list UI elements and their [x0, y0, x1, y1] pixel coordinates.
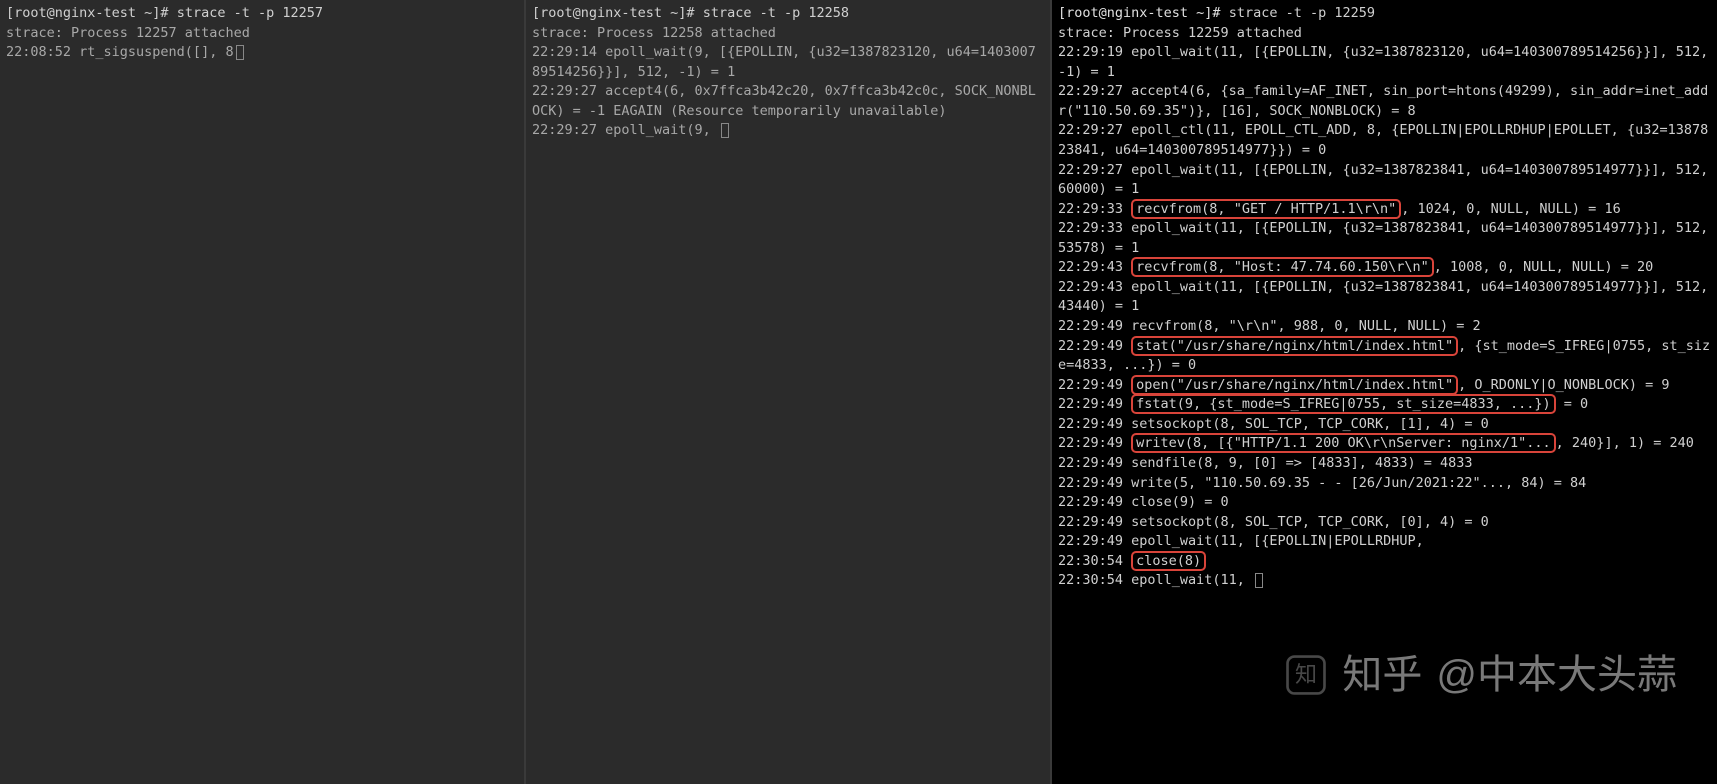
strace-output: 22:29:49 — [1058, 338, 1131, 354]
strace-output: , 1008, 0, NULL, NULL) = 20 — [1434, 259, 1653, 275]
shell-prompt: [root@nginx-test ~]# — [1058, 5, 1229, 21]
terminal-pane-3[interactable]: [root@nginx-test ~]# strace -t -p 12259 … — [1052, 0, 1717, 784]
terminal-line: 22:08:52 rt_sigsuspend([], 8 — [6, 43, 518, 63]
terminal-line: 22:29:27 epoll_wait(11, [{EPOLLIN, {u32=… — [1058, 161, 1711, 200]
terminal-line: 22:29:49 recvfrom(8, "\r\n", 988, 0, NUL… — [1058, 317, 1711, 337]
strace-output: = 0 — [1556, 396, 1589, 412]
highlight-fstat: fstat(9, {st_mode=S_IFREG|0755, st_size=… — [1131, 394, 1556, 414]
terminal-line: 22:29:27 accept4(6, {sa_family=AF_INET, … — [1058, 82, 1711, 121]
cursor-icon — [236, 45, 244, 60]
terminal-line: 22:30:54 close(8) — [1058, 552, 1711, 572]
terminal-line: 22:29:49 close(9) = 0 — [1058, 493, 1711, 513]
terminal-line: 22:29:27 accept4(6, 0x7ffca3b42c20, 0x7f… — [532, 82, 1044, 121]
highlight-open: open("/usr/share/nginx/html/index.html" — [1131, 375, 1458, 395]
shell-command: strace -t -p 12258 — [703, 5, 849, 21]
strace-output: 22:30:54 — [1058, 553, 1131, 569]
terminal-line: 22:29:49 write(5, "110.50.69.35 - - [26/… — [1058, 474, 1711, 494]
terminal-line: 22:29:14 epoll_wait(9, [{EPOLLIN, {u32=1… — [532, 43, 1044, 82]
terminal-line: 22:29:49 setsockopt(8, SOL_TCP, TCP_CORK… — [1058, 513, 1711, 533]
highlight-recvfrom: recvfrom(8, "Host: 47.74.60.150\r\n" — [1131, 257, 1434, 277]
strace-output: 22:08:52 rt_sigsuspend([], 8 — [6, 44, 234, 60]
terminal-line: 22:29:49 fstat(9, {st_mode=S_IFREG|0755,… — [1058, 395, 1711, 415]
strace-output: 22:29:49 — [1058, 377, 1131, 393]
terminal-line: 22:29:49 sendfile(8, 9, [0] => [4833], 4… — [1058, 454, 1711, 474]
terminal-line: strace: Process 12258 attached — [532, 24, 1044, 44]
terminal-line: 22:29:49 open("/usr/share/nginx/html/ind… — [1058, 376, 1711, 396]
terminal-line: [root@nginx-test ~]# strace -t -p 12257 — [6, 4, 518, 24]
cursor-icon — [1255, 573, 1263, 588]
highlight-recvfrom: recvfrom(8, "GET / HTTP/1.1\r\n" — [1131, 199, 1401, 219]
strace-output: , 240}], 1) = 240 — [1556, 435, 1694, 451]
strace-output: 22:29:49 — [1058, 396, 1131, 412]
strace-output: , O_RDONLY|O_NONBLOCK) = 9 — [1458, 377, 1669, 393]
highlight-stat: stat("/usr/share/nginx/html/index.html" — [1131, 336, 1458, 356]
highlight-close: close(8) — [1131, 551, 1206, 571]
terminal-pane-2[interactable]: [root@nginx-test ~]# strace -t -p 12258 … — [526, 0, 1052, 784]
terminal-line: [root@nginx-test ~]# strace -t -p 12259 — [1058, 4, 1711, 24]
terminal-pane-1[interactable]: [root@nginx-test ~]# strace -t -p 12257 … — [0, 0, 526, 784]
strace-output: 22:29:33 — [1058, 201, 1131, 217]
terminal-line: strace: Process 12257 attached — [6, 24, 518, 44]
shell-command: strace -t -p 12259 — [1229, 5, 1375, 21]
strace-output: 22:29:27 epoll_wait(9, — [532, 122, 719, 138]
terminal-line: 22:29:43 epoll_wait(11, [{EPOLLIN, {u32=… — [1058, 278, 1711, 317]
shell-prompt: [root@nginx-test ~]# — [532, 5, 703, 21]
strace-output: 22:30:54 epoll_wait(11, — [1058, 572, 1253, 588]
terminal-line: 22:29:19 epoll_wait(11, [{EPOLLIN, {u32=… — [1058, 43, 1711, 82]
highlight-writev: writev(8, [{"HTTP/1.1 200 OK\r\nServer: … — [1131, 433, 1556, 453]
terminal-line: 22:29:43 recvfrom(8, "Host: 47.74.60.150… — [1058, 258, 1711, 278]
shell-command: strace -t -p 12257 — [177, 5, 323, 21]
shell-prompt: [root@nginx-test ~]# — [6, 5, 177, 21]
terminal-line: 22:29:33 recvfrom(8, "GET / HTTP/1.1\r\n… — [1058, 200, 1711, 220]
strace-output: , 1024, 0, NULL, NULL) = 16 — [1401, 201, 1620, 217]
terminal-line: 22:29:49 setsockopt(8, SOL_TCP, TCP_CORK… — [1058, 415, 1711, 435]
terminal-line: 22:29:27 epoll_wait(9, — [532, 121, 1044, 141]
terminal-line: 22:29:49 writev(8, [{"HTTP/1.1 200 OK\r\… — [1058, 434, 1711, 454]
terminal-line: 22:29:27 epoll_ctl(11, EPOLL_CTL_ADD, 8,… — [1058, 121, 1711, 160]
terminal-line: 22:30:54 epoll_wait(11, — [1058, 571, 1711, 591]
cursor-icon — [721, 123, 729, 138]
strace-output: 22:29:49 — [1058, 435, 1131, 451]
terminal-line: strace: Process 12259 attached — [1058, 24, 1711, 44]
terminal-line: [root@nginx-test ~]# strace -t -p 12258 — [532, 4, 1044, 24]
strace-output: 22:29:43 — [1058, 259, 1131, 275]
terminal-line: 22:29:49 epoll_wait(11, [{EPOLLIN|EPOLLR… — [1058, 532, 1711, 552]
terminal-line: 22:29:33 epoll_wait(11, [{EPOLLIN, {u32=… — [1058, 219, 1711, 258]
terminal-line: 22:29:49 stat("/usr/share/nginx/html/ind… — [1058, 337, 1711, 376]
